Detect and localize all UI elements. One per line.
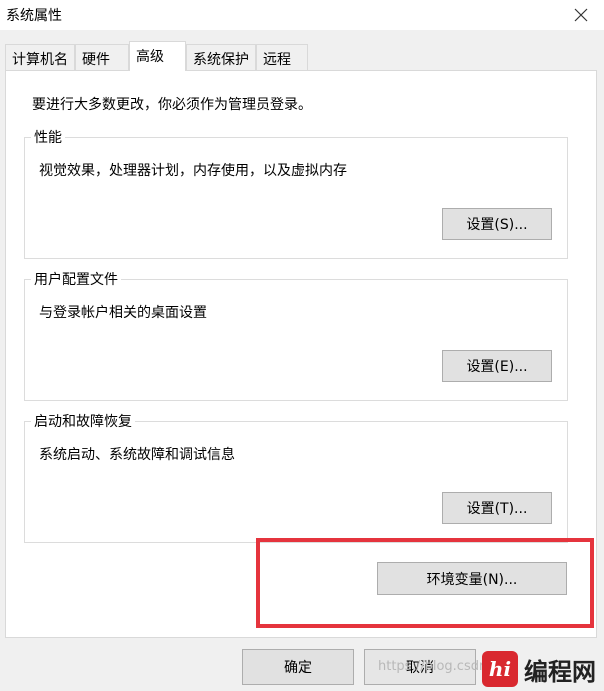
highlight-box bbox=[256, 538, 594, 628]
title-bar: 系统属性 bbox=[0, 0, 604, 30]
tab-label: 计算机名 bbox=[12, 52, 68, 68]
site-logo: hi 编程网 bbox=[482, 649, 600, 689]
tab-strip: 计算机名 硬件 高级 系统保护 远程 bbox=[0, 30, 604, 71]
tab-hardware[interactable]: 硬件 bbox=[75, 44, 129, 70]
close-button[interactable] bbox=[568, 2, 594, 28]
group-title: 启动和故障恢复 bbox=[31, 411, 135, 431]
user-profiles-group: 用户配置文件 与登录帐户相关的桌面设置 设置(E)... bbox=[24, 269, 568, 401]
tab-computer-name[interactable]: 计算机名 bbox=[5, 44, 75, 70]
tab-label: 高级 bbox=[136, 49, 164, 65]
window-title: 系统属性 bbox=[6, 8, 62, 24]
tab-label: 远程 bbox=[263, 52, 291, 68]
logo-icon: hi bbox=[482, 651, 518, 687]
group-title: 用户配置文件 bbox=[31, 269, 121, 289]
tab-advanced[interactable]: 高级 bbox=[129, 41, 186, 71]
group-title: 性能 bbox=[31, 127, 65, 147]
startup-recovery-group: 启动和故障恢复 系统启动、系统故障和调试信息 设置(T)... bbox=[24, 411, 568, 543]
logo-text: 编程网 bbox=[524, 657, 596, 686]
tab-label: 硬件 bbox=[82, 52, 110, 68]
tab-label: 系统保护 bbox=[193, 52, 249, 68]
close-icon bbox=[574, 8, 588, 22]
tab-remote[interactable]: 远程 bbox=[256, 44, 308, 70]
ok-button[interactable]: 确定 bbox=[242, 649, 354, 685]
startup-recovery-settings-button[interactable]: 设置(T)... bbox=[442, 492, 552, 524]
group-description: 与登录帐户相关的桌面设置 bbox=[39, 305, 207, 321]
user-profiles-settings-button[interactable]: 设置(E)... bbox=[442, 350, 552, 382]
group-description: 系统启动、系统故障和调试信息 bbox=[39, 447, 235, 463]
performance-group: 性能 视觉效果，处理器计划，内存使用，以及虚拟内存 设置(S)... bbox=[24, 127, 568, 259]
group-description: 视觉效果，处理器计划，内存使用，以及虚拟内存 bbox=[39, 163, 347, 179]
performance-settings-button[interactable]: 设置(S)... bbox=[442, 208, 552, 240]
tab-system-protection[interactable]: 系统保护 bbox=[186, 44, 256, 70]
admin-notice: 要进行大多数更改，你必须作为管理员登录。 bbox=[32, 97, 312, 113]
